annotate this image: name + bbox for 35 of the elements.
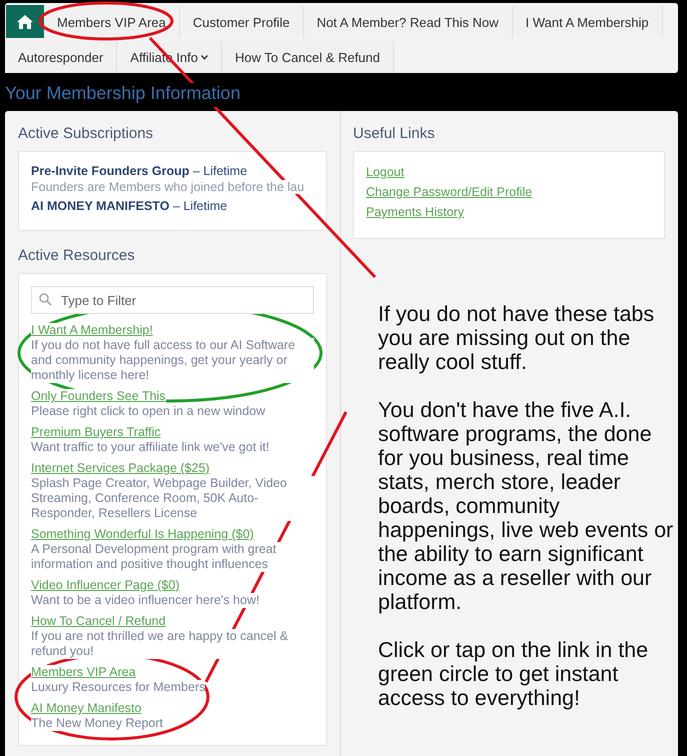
- resource-link[interactable]: Only Founders See This: [31, 389, 166, 404]
- annotation-text: Click or tap on the link in the green circle to get instant access to everything!: [378, 638, 650, 710]
- resource-description: Luxury Resources for Members: [31, 680, 206, 695]
- subscription-note: Founders are Members who joined before the lau: [31, 180, 304, 194]
- resource-description: Want to be a video influencer here's how!: [31, 593, 260, 608]
- annotation-text: If you do not have these tabs you are missing out on the really cool stuff.: [378, 302, 656, 374]
- resource-link[interactable]: I Want A Membership!: [31, 323, 153, 338]
- filter-field[interactable]: Type to Filter: [31, 286, 314, 314]
- resource-description: The New Money Report: [31, 716, 164, 731]
- nav-tab[interactable]: Autoresponder: [5, 41, 118, 73]
- resource-link[interactable]: Members VIP Area: [31, 665, 136, 680]
- annotation-text: You don't have the five A.I. software programs, the done for you business, real time stats, merch store, leader boards, community happenings, live web events or the ability to earn significant income as a reseller with our platform.: [378, 398, 674, 614]
- resource-link[interactable]: Premium Buyers Traffic: [31, 425, 161, 440]
- page-title: Your Membership Information: [5, 83, 240, 107]
- useful-link[interactable]: Change Password/Edit Profile: [366, 184, 532, 200]
- resource-link[interactable]: Something Wonderful Is Happening ($0): [31, 527, 254, 542]
- resource-description: If you do not have full access to our AI Software and community happenings, get your yearly or monthly license here!: [31, 338, 314, 383]
- home-button[interactable]: [6, 5, 44, 38]
- section-title: Useful Links: [353, 125, 436, 142]
- search-icon: [39, 293, 52, 306]
- resource-description: Please right click to open in a new window: [31, 404, 266, 419]
- section-title: Active Resources: [18, 247, 136, 264]
- subscription-name: Pre-Invite Founders Group – Lifetime: [31, 164, 248, 178]
- resource-link[interactable]: Video Influencer Page ($0): [31, 578, 180, 593]
- resource-link[interactable]: AI Money Manifesto: [31, 701, 142, 716]
- useful-link[interactable]: Payments History: [366, 204, 464, 220]
- useful-link[interactable]: Logout: [366, 164, 404, 180]
- resource-link[interactable]: Internet Services Package ($25): [31, 461, 210, 476]
- caret-icon: [200, 54, 208, 60]
- subscription-name: AI MONEY MANIFESTO – Lifetime: [31, 199, 228, 213]
- resource-link[interactable]: How To Cancel / Refund: [31, 614, 166, 629]
- resource-description: Splash Page Creator, Webpage Builder, Video Streaming, Conference Room, 50K Auto-Responder, Resellers License: [31, 476, 314, 521]
- section-title: Active Subscriptions: [18, 125, 154, 142]
- home-icon: [17, 14, 33, 28]
- resource-description: Want traffic to your affiliate link we've got it!: [31, 440, 270, 455]
